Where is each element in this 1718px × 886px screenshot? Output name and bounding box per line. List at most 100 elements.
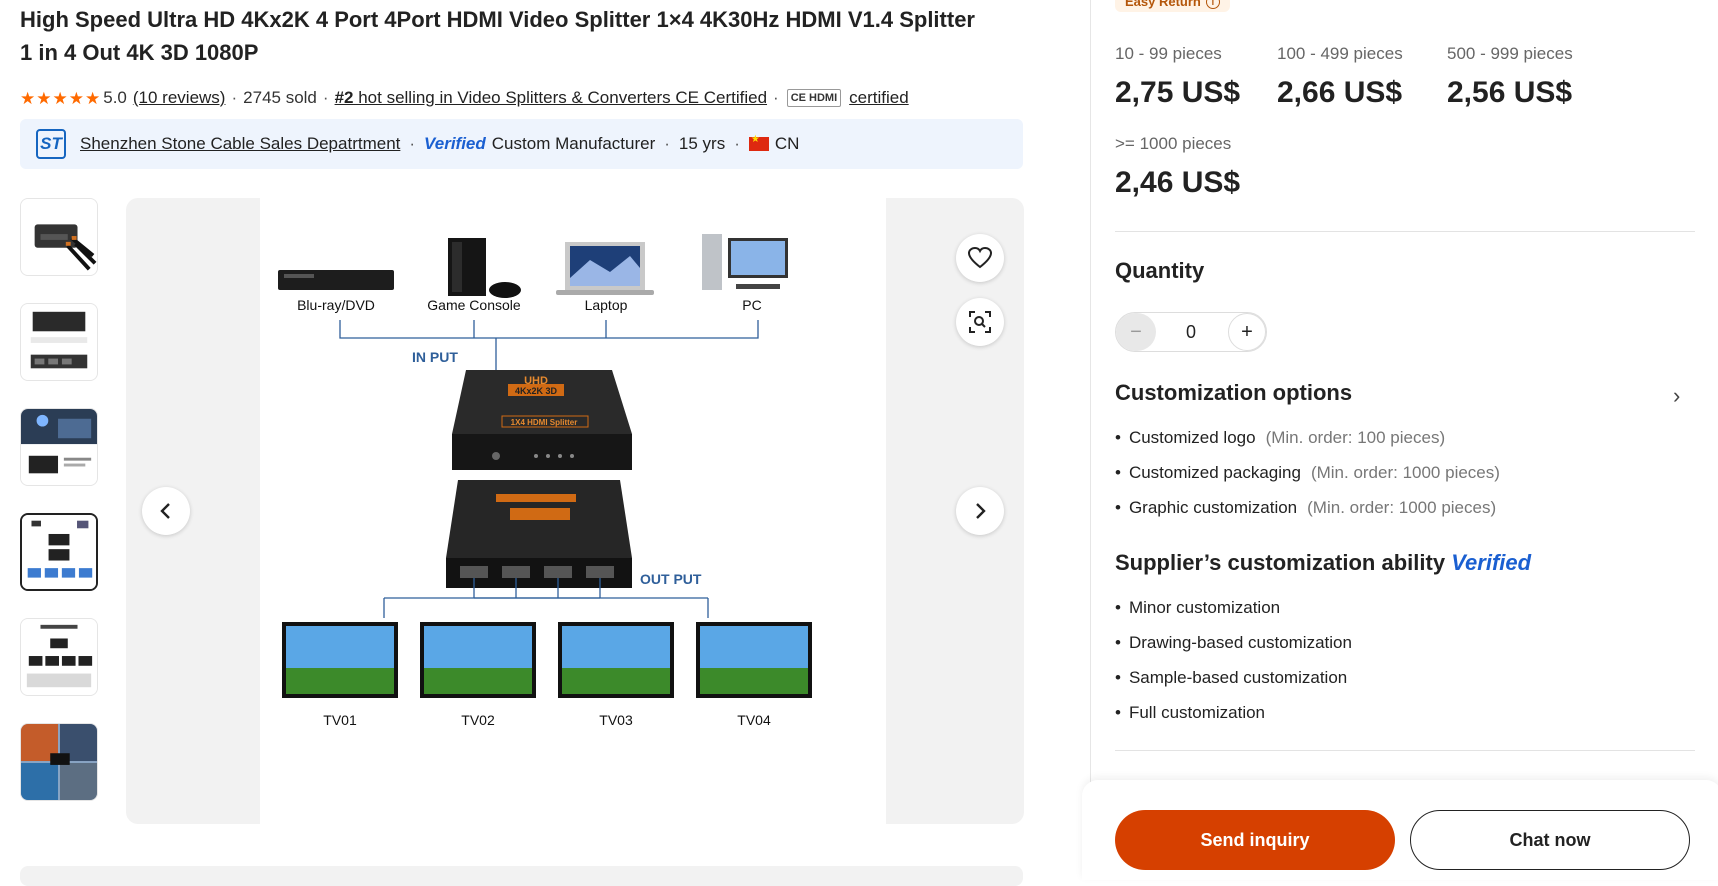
column-divider [1090, 0, 1091, 876]
chevron-left-icon [160, 503, 170, 519]
thumbnail-image [21, 304, 97, 380]
rating-value: 5.0 [103, 88, 127, 107]
input-label: IN PUT [412, 349, 458, 365]
option-min-order: (Min. order: 1000 pieces) [1310, 463, 1500, 482]
tv-label: TV01 [323, 712, 357, 728]
supplier-logo: ST [36, 129, 66, 159]
thumbnail-6[interactable] [20, 723, 98, 801]
tier-price: 2,46 US$ [1115, 166, 1241, 199]
divider [1115, 231, 1695, 232]
product-title: High Speed Ultra HD 4Kx2K 4 Port 4Port H… [20, 7, 975, 65]
ability-title: Supplier’s customization ability Verifie… [1115, 550, 1531, 576]
star-icon: ★ [68, 88, 84, 108]
easy-return-badge[interactable]: Easy Return i [1115, 0, 1230, 12]
price-tier-1: 10 - 99 pieces 2,75 US$ [1115, 44, 1240, 110]
source-label: PC [742, 297, 761, 313]
main-image-gallery: Blu-ray/DVD Game Console Laptop PC IN PU… [126, 198, 1024, 824]
rank-number: #2 [334, 88, 354, 107]
tier-price: 2,56 US$ [1447, 76, 1573, 109]
certified-link[interactable]: certified [849, 88, 909, 108]
reviews-link[interactable]: (10 reviews) [133, 88, 226, 108]
prev-image-button[interactable] [142, 487, 190, 535]
thumbnail-image [21, 724, 97, 800]
price-tier-3: 500 - 999 pieces 2,56 US$ [1447, 44, 1573, 110]
increase-button[interactable]: + [1228, 313, 1266, 351]
hdmi-splitter-diagram: Blu-ray/DVD Game Console Laptop PC IN PU… [278, 234, 812, 728]
tv-1 [282, 622, 398, 698]
splitter-device-top: UHD 4Kx2K 3D 1X4 HDMI Splitter [452, 370, 632, 470]
tv-2 [420, 622, 536, 698]
quantity-stepper: − 0 + [1115, 312, 1267, 352]
laptop-device [556, 242, 654, 295]
chevron-right-icon[interactable]: › [1673, 383, 1680, 409]
image-search-icon [969, 311, 991, 333]
image-search-button[interactable] [956, 298, 1004, 346]
list-item: Customized logo (Min. order: 100 pieces) [1115, 420, 1500, 455]
rating-stars: ★ ★ ★ ★ ★ [20, 90, 100, 107]
res-label: 4Kx2K 3D [515, 386, 558, 396]
option-min-order: (Min. order: 1000 pieces) [1307, 498, 1497, 517]
list-item: Customized packaging (Min. order: 1000 pi… [1115, 455, 1500, 490]
separator: · [409, 134, 416, 153]
tv-label: TV04 [737, 712, 771, 728]
list-item: Sample-based customization [1115, 660, 1352, 695]
tier-price: 2,66 US$ [1277, 76, 1403, 109]
separator: · [664, 134, 670, 153]
quantity-input[interactable]: 0 [1166, 313, 1216, 351]
thumbnail-list [20, 198, 100, 828]
separator: · [231, 88, 238, 107]
separator: · [322, 88, 329, 107]
verified-badge: Verified [424, 134, 486, 153]
source-label: Game Console [427, 297, 521, 313]
price-tier-4: >= 1000 pieces 2,46 US$ [1115, 134, 1240, 200]
thumbnail-1[interactable] [20, 198, 98, 276]
sold-count: 2745 sold [243, 88, 317, 107]
thumbnail-image [21, 619, 97, 695]
thumbnail-2[interactable] [20, 303, 98, 381]
next-image-button[interactable] [956, 487, 1004, 535]
separator: · [773, 88, 779, 107]
thumbnail-image [22, 515, 96, 589]
separator: · [734, 134, 740, 153]
product-meta-row: ★ ★ ★ ★ ★ 5.0 (10 reviews) · 2745 sold · #2 … [20, 84, 909, 112]
favorite-button[interactable] [956, 234, 1004, 282]
supplier-bar: ST Shenzhen Stone Cable Sales Depatrtmen… [20, 119, 1023, 169]
option-name: Customized packaging [1128, 463, 1301, 482]
tier-quantity: 500 - 999 pieces [1447, 44, 1573, 63]
thumbnail-4-selected[interactable] [20, 513, 98, 591]
thumbnail-5[interactable] [20, 618, 98, 696]
supplier-name-link[interactable]: Shenzhen Stone Cable Sales Depatrtment [80, 134, 400, 154]
chat-now-button[interactable]: Chat now [1410, 810, 1690, 870]
tier-quantity: 100 - 499 pieces [1277, 44, 1403, 63]
star-icon: ★ [36, 88, 52, 108]
send-inquiry-button[interactable]: Send inquiry [1115, 810, 1395, 870]
product-diagram-image: Blu-ray/DVD Game Console Laptop PC IN PU… [260, 198, 886, 824]
model-label: 1X4 HDMI Splitter [511, 418, 578, 427]
china-flag-icon [748, 134, 769, 151]
easy-return-label: Easy Return [1125, 0, 1201, 9]
option-min-order: (Min. order: 100 pieces) [1265, 428, 1446, 447]
source-label: Blu-ray/DVD [297, 297, 375, 313]
tier-quantity: >= 1000 pieces [1115, 134, 1232, 153]
blu-ray-device [278, 270, 394, 290]
list-item: Drawing-based customization [1115, 625, 1352, 660]
supplier-country: CN [774, 134, 800, 153]
divider [1115, 750, 1695, 751]
info-icon: i [1205, 0, 1220, 9]
output-label: OUT PUT [640, 571, 702, 587]
decrease-button[interactable]: − [1116, 313, 1156, 351]
ranking-link[interactable]: #2 hot selling in Video Splitters & Conv… [335, 88, 767, 108]
next-section-edge [20, 866, 1023, 886]
list-item: Graphic customization (Min. order: 1000 p… [1115, 490, 1500, 525]
price-tier-2: 100 - 499 pieces 2,66 US$ [1277, 44, 1403, 110]
tv-4 [696, 622, 812, 698]
tv-label: TV02 [461, 712, 495, 728]
quantity-label: Quantity [1115, 258, 1205, 283]
tv-3 [558, 622, 674, 698]
thumbnail-3[interactable] [20, 408, 98, 486]
source-label: Laptop [585, 297, 628, 313]
chevron-right-icon [976, 503, 986, 519]
supplier-years: 15 yrs [678, 134, 726, 153]
customization-list: Customized logo(Min. order: 100 pieces) … [1115, 420, 1500, 525]
ability-list: Minor customization Drawing-based custom… [1115, 590, 1352, 730]
